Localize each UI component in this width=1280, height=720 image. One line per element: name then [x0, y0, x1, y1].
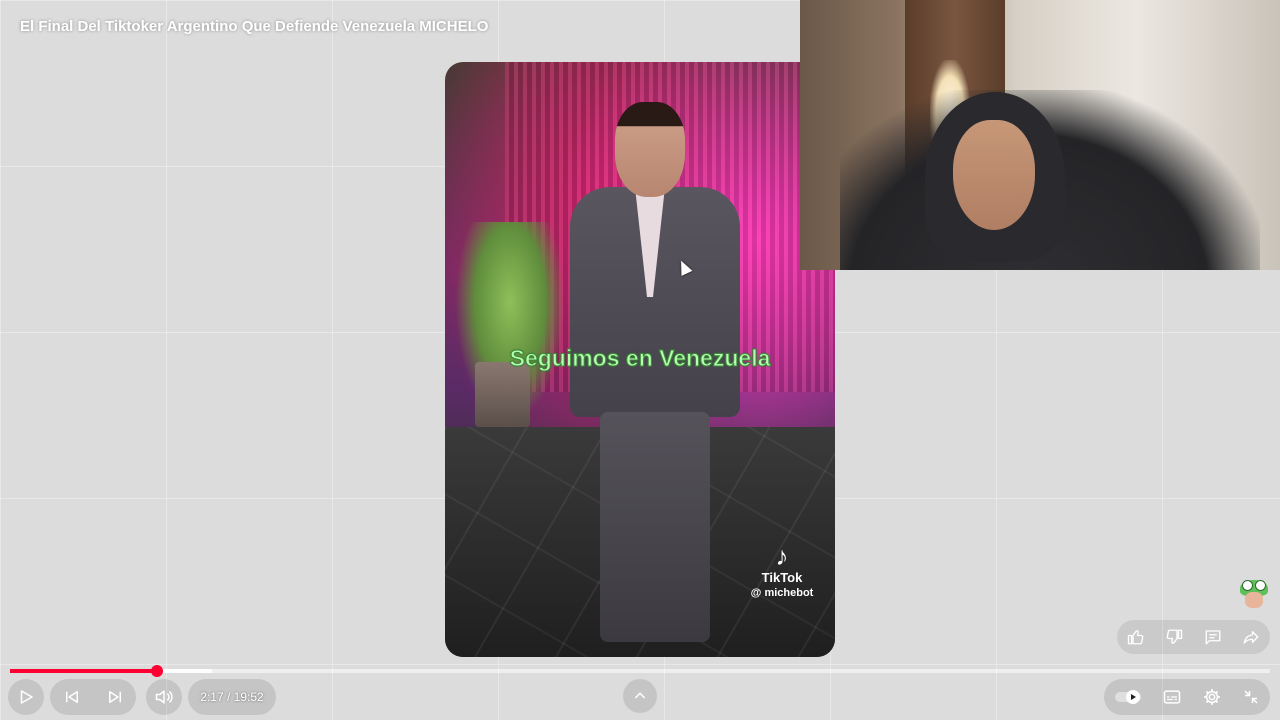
next-button[interactable] [106, 688, 124, 706]
person-legs [600, 412, 710, 642]
volume-icon [154, 687, 174, 707]
tiktok-logo-icon: ♪ [775, 541, 789, 571]
player-controls: 2:17 / 19:52 [0, 678, 1280, 716]
time-display: 2:17 / 19:52 [188, 679, 276, 715]
chevron-up-icon [632, 688, 648, 704]
expand-button[interactable] [623, 679, 657, 713]
video-title: El Final Del Tiktoker Argentino Que Defi… [20, 18, 489, 35]
video-subtitle: Seguimos en Venezuela [509, 345, 771, 372]
settings-button[interactable] [1202, 687, 1222, 707]
person-head [615, 102, 685, 197]
exit-fullscreen-icon [1244, 690, 1258, 704]
right-controls-group [1104, 679, 1270, 715]
comment-icon[interactable] [1200, 624, 1226, 650]
progress-bar[interactable] [10, 665, 1270, 677]
gear-icon [1204, 689, 1220, 705]
embedded-tiktok-video: Seguimos en Venezuela ♪ TikTok @ michebo… [445, 62, 835, 657]
play-button[interactable] [8, 679, 44, 715]
tiktok-brand-label: TikTok [761, 570, 803, 585]
subtitles-button[interactable] [1162, 687, 1182, 707]
autoplay-toggle[interactable] [1114, 689, 1142, 705]
thumbs-down-icon[interactable] [1161, 624, 1187, 650]
play-icon [17, 688, 35, 706]
frog-face [1245, 592, 1263, 608]
prev-next-group [50, 679, 136, 715]
subtitles-icon [1163, 690, 1181, 704]
video-actions-bar [1117, 620, 1270, 654]
tiktok-watermark: ♪ TikTok @ michebot [737, 542, 827, 599]
webcam-face [953, 120, 1035, 230]
frog-avatar-icon [1238, 576, 1270, 610]
autoplay-toggle-icon [1115, 690, 1141, 704]
time-display-text: 2:17 / 19:52 [200, 690, 264, 704]
dancing-person [560, 92, 750, 657]
frog-eye-left [1242, 580, 1253, 591]
exit-fullscreen-button[interactable] [1242, 688, 1260, 706]
streamer-webcam [800, 0, 1280, 270]
progress-played [10, 669, 158, 673]
frog-eye-right [1255, 580, 1266, 591]
thumbs-up-icon[interactable] [1123, 624, 1149, 650]
next-icon [108, 691, 121, 703]
share-icon[interactable] [1238, 624, 1264, 650]
previous-icon [65, 691, 78, 703]
volume-button[interactable] [146, 679, 182, 715]
progress-scrubber-handle[interactable] [151, 665, 164, 677]
tiktok-handle: @ michebot [750, 587, 814, 599]
previous-button[interactable] [63, 688, 81, 706]
